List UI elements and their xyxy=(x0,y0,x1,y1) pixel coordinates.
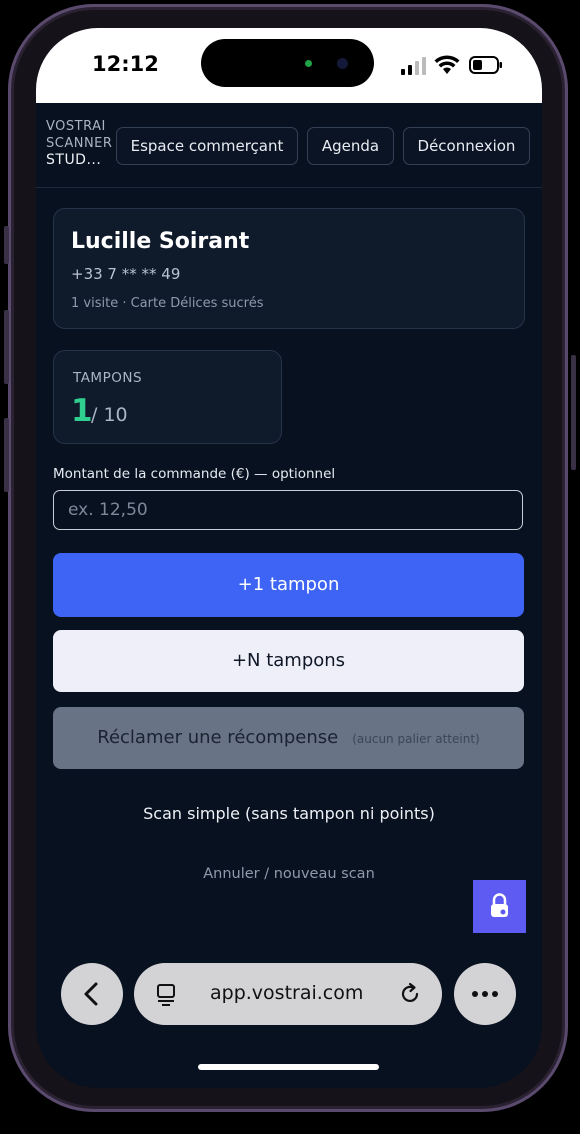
add-n-stamps-button[interactable]: +N tampons xyxy=(53,630,524,692)
customer-card: Lucille Soirant +33 7 ** ** 49 1 visite … xyxy=(53,208,525,329)
side-button xyxy=(4,226,9,264)
phone-screen: 12:12 VOSTRAI SCANNER STUD... Espace com… xyxy=(36,28,542,1088)
home-indicator[interactable] xyxy=(198,1064,379,1070)
browser-toolbar: app.vostrai.com xyxy=(36,958,542,1028)
simple-scan-link[interactable]: Scan simple (sans tampon ni points) xyxy=(36,804,542,823)
claim-reward-hint: (aucun palier atteint) xyxy=(352,732,480,746)
dynamic-island xyxy=(201,39,374,87)
agenda-button[interactable]: Agenda xyxy=(307,127,394,165)
stamps-count: 1 xyxy=(71,393,93,429)
url-text: app.vostrai.com xyxy=(210,982,364,1004)
tabs-icon[interactable] xyxy=(154,981,180,1007)
brand-line: VOSTRAI xyxy=(46,119,106,134)
add-one-stamp-button[interactable]: +1 tampon xyxy=(53,553,524,617)
amount-input[interactable] xyxy=(53,490,523,530)
cancel-scan-link[interactable]: Annuler / nouveau scan xyxy=(36,866,542,882)
status-time: 12:12 xyxy=(92,52,159,76)
customer-name: Lucille Soirant xyxy=(71,229,250,254)
privacy-indicator-icon xyxy=(305,60,312,67)
camera-icon xyxy=(337,58,348,69)
more-icon xyxy=(472,991,498,997)
wifi-icon xyxy=(434,55,460,74)
claim-reward-button[interactable]: Réclamer une récompense (aucun palier att… xyxy=(53,707,524,769)
battery-icon xyxy=(469,56,502,74)
brand-line: STUD... xyxy=(46,152,102,168)
url-bar[interactable]: app.vostrai.com xyxy=(134,963,442,1025)
stamps-label: TAMPONS xyxy=(73,370,143,386)
more-button[interactable] xyxy=(454,963,516,1025)
stamp-counter-card: TAMPONS 1 / 10 xyxy=(53,350,282,444)
volume-down-button xyxy=(4,418,9,492)
signal-icon xyxy=(401,57,426,75)
brand-logo[interactable]: VOSTRAI SCANNER STUD... xyxy=(46,118,112,169)
lock-button[interactable] xyxy=(473,880,526,933)
logout-button[interactable]: Déconnexion xyxy=(403,127,530,165)
volume-up-button xyxy=(4,310,9,384)
merchant-space-button[interactable]: Espace commerçant xyxy=(116,127,298,165)
reload-icon[interactable] xyxy=(397,981,423,1007)
lock-icon xyxy=(491,893,508,917)
power-button xyxy=(571,355,576,470)
back-button[interactable] xyxy=(61,963,123,1025)
brand-line: SCANNER xyxy=(46,136,113,151)
app-header: VOSTRAI SCANNER STUD... Espace commerçan… xyxy=(36,103,542,188)
amount-label: Montant de la commande (€) — optionnel xyxy=(53,466,336,482)
status-bar: 12:12 xyxy=(36,28,542,103)
customer-phone: +33 7 ** ** 49 xyxy=(71,265,181,283)
customer-meta: 1 visite · Carte Délices sucrés xyxy=(71,296,264,311)
claim-reward-label: Réclamer une récompense xyxy=(97,727,339,748)
back-icon xyxy=(84,982,98,1006)
stamps-total: / 10 xyxy=(91,404,128,426)
